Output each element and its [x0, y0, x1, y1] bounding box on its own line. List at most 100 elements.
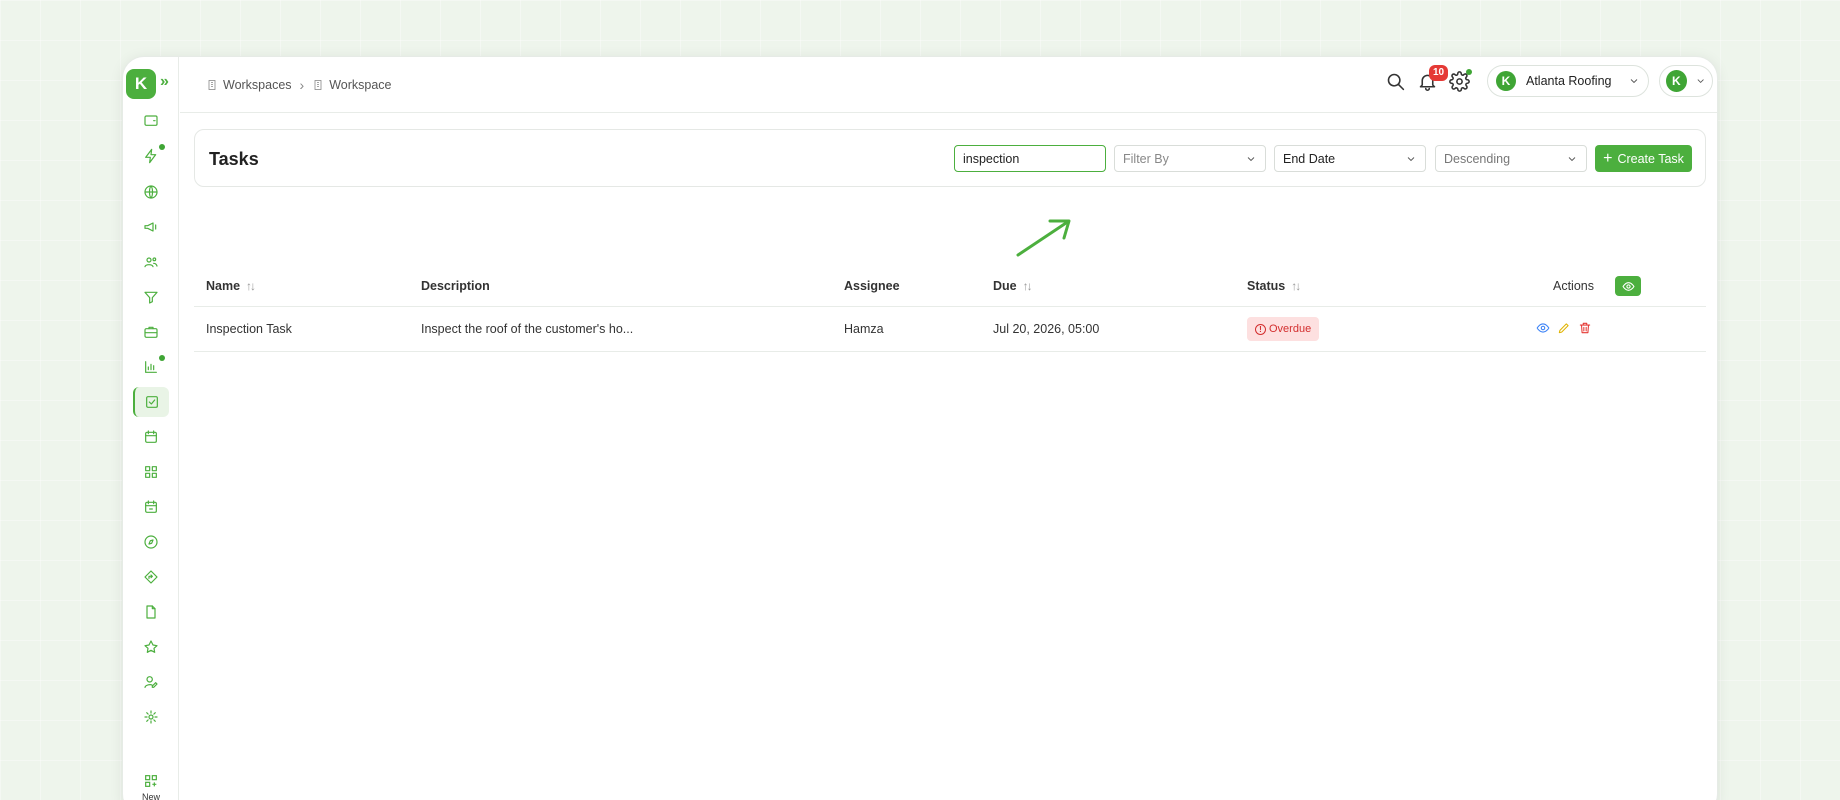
sidebar-item-contacts[interactable]	[133, 247, 169, 277]
breadcrumb-label: Workspace	[329, 78, 392, 92]
column-label: Actions	[1553, 279, 1594, 293]
megaphone-icon	[144, 222, 157, 232]
edit-pencil-icon[interactable]	[1557, 321, 1571, 335]
user-avatar: K	[1666, 70, 1687, 92]
column-visibility-button[interactable]	[1615, 276, 1641, 296]
star-icon	[144, 640, 158, 653]
sort-field-label: End Date	[1283, 151, 1336, 166]
building-icon	[208, 80, 216, 90]
sidebar-item-apps[interactable]	[133, 457, 169, 487]
top-actions: 10 K Atlanta Roofing K	[1379, 65, 1713, 97]
sort-icon[interactable]: ↑↓	[246, 279, 256, 293]
chevron-down-icon	[1568, 156, 1576, 161]
top-bar: Workspaces › Workspace 10 K Atlanta Roof…	[180, 57, 1717, 113]
sidebar-item-settings[interactable]	[133, 702, 169, 732]
document-icon	[146, 605, 156, 619]
tasks-table: Name ↑↓ Description Assignee Due ↑↓ Status…	[194, 269, 1706, 352]
column-due[interactable]: Due ↑↓	[993, 279, 1033, 293]
sort-icon[interactable]: ↑↓	[1291, 279, 1301, 293]
cell-description: Inspect the roof of the customer's ho...	[421, 322, 634, 336]
cell-assignee: Hamza	[844, 322, 884, 336]
logo[interactable]: K	[126, 69, 156, 99]
column-status[interactable]: Status ↑↓	[1247, 279, 1301, 293]
eye-icon	[1621, 281, 1635, 291]
breadcrumb: Workspaces › Workspace	[206, 77, 392, 93]
globe-icon	[144, 185, 158, 199]
account-name: Atlanta Roofing	[1526, 74, 1612, 88]
delete-trash-icon[interactable]	[1578, 321, 1592, 335]
plus-icon: +	[1603, 149, 1613, 167]
settings-button[interactable]	[1443, 65, 1475, 97]
column-label: Status	[1247, 279, 1286, 293]
sort-order-select[interactable]: Descending	[1435, 145, 1587, 172]
sidebar-item-explore[interactable]	[133, 527, 169, 557]
new-button[interactable]: New	[135, 773, 167, 800]
search-input[interactable]	[954, 145, 1106, 172]
alert-circle-icon: !	[1255, 323, 1266, 335]
sort-icon[interactable]: ↑↓	[1023, 279, 1033, 293]
column-actions: Actions	[1553, 279, 1594, 293]
column-assignee: Assignee	[844, 279, 900, 293]
sidebar-item-pipeline[interactable]	[133, 282, 169, 312]
table-row[interactable]: Inspection Task Inspect the roof of the …	[194, 307, 1706, 352]
search-icon	[1387, 73, 1404, 90]
status-dot	[1466, 69, 1472, 75]
sidebar-item-wallet[interactable]	[133, 105, 169, 135]
user-edit-icon	[144, 676, 158, 688]
sidebar-item-tasks[interactable]	[133, 387, 169, 417]
cell-due: Jul 20, 2026, 05:00	[993, 322, 1100, 336]
user-menu[interactable]: K	[1659, 65, 1713, 97]
sidebar-item-calendar[interactable]	[133, 422, 169, 452]
filter-by-select[interactable]: Filter By	[1114, 145, 1266, 172]
calendar-icon	[145, 430, 157, 443]
column-name[interactable]: Name ↑↓	[206, 279, 256, 293]
briefcase-icon	[144, 326, 158, 338]
app-window: K » New Workspaces › Workspace 10 K Atla…	[122, 56, 1718, 800]
calendar-check-icon	[145, 500, 157, 513]
notifications-button[interactable]: 10	[1411, 65, 1449, 97]
bar-chart-icon	[145, 361, 157, 373]
expand-sidebar-icon[interactable]: »	[160, 73, 169, 91]
account-switcher[interactable]: K Atlanta Roofing	[1487, 65, 1649, 97]
cell-name: Inspection Task	[206, 322, 292, 336]
sidebar-item-team[interactable]	[133, 667, 169, 697]
sidebar-item-sites[interactable]	[133, 177, 169, 207]
tasks-header-card: Tasks Filter By End Date Descending + Cr…	[194, 129, 1706, 187]
grid-plus-icon	[145, 775, 157, 787]
checkbox-icon	[146, 396, 158, 408]
column-label: Due	[993, 279, 1017, 293]
filter-icon	[144, 291, 158, 304]
sidebar-item-documents[interactable]	[133, 597, 169, 627]
settings-icon	[144, 710, 158, 724]
column-label: Description	[421, 279, 490, 293]
chevron-down-icon	[1407, 156, 1415, 161]
sort-field-select[interactable]: End Date	[1274, 145, 1426, 172]
status-badge: ! Overdue	[1247, 317, 1320, 341]
breadcrumb-workspace[interactable]: Workspace	[312, 78, 392, 92]
chevron-down-icon	[1697, 79, 1704, 84]
sort-order-label: Descending	[1444, 151, 1511, 166]
breadcrumb-workspaces[interactable]: Workspaces	[206, 78, 292, 92]
sidebar: K » New	[123, 57, 179, 800]
grid-icon	[145, 466, 157, 478]
sidebar-item-marketing[interactable]	[133, 212, 169, 242]
create-task-button[interactable]: + Create Task	[1595, 145, 1692, 172]
view-eye-icon[interactable]	[1536, 321, 1550, 335]
sidebar-item-schedule[interactable]	[133, 492, 169, 522]
users-icon	[144, 257, 158, 268]
search-button[interactable]	[1379, 65, 1411, 97]
compass-icon	[144, 535, 158, 549]
sidebar-item-directions[interactable]	[133, 562, 169, 592]
directions-icon	[144, 570, 158, 584]
table-header: Name ↑↓ Description Assignee Due ↑↓ Status…	[194, 269, 1706, 307]
sidebar-item-jobs[interactable]	[133, 317, 169, 347]
sidebar-item-reports[interactable]	[133, 352, 169, 382]
chevron-down-icon	[1630, 79, 1638, 84]
sidebar-item-automation[interactable]	[133, 141, 169, 171]
sidebar-item-reviews[interactable]	[133, 632, 169, 662]
lightning-icon	[145, 148, 157, 164]
chevron-down-icon	[1247, 156, 1255, 161]
column-label: Name	[206, 279, 241, 293]
status-label: Overdue	[1269, 323, 1312, 335]
account-avatar: K	[1496, 71, 1516, 91]
